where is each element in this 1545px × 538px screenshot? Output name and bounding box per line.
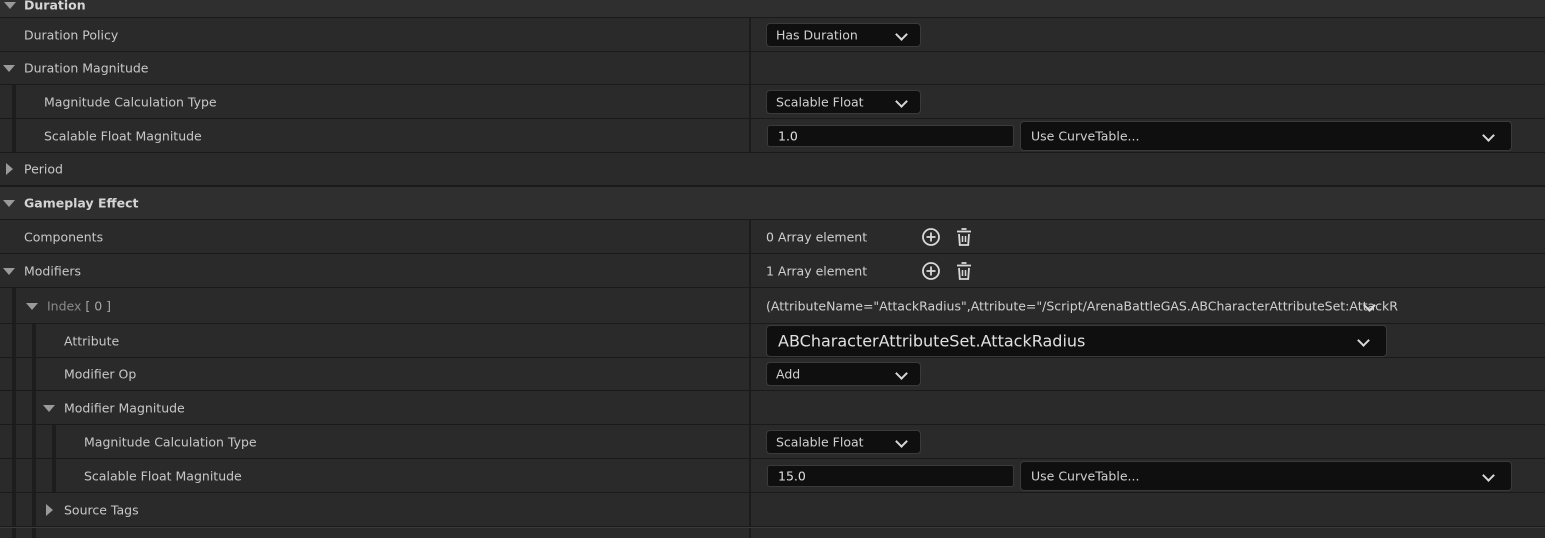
category-duration-label: Duration bbox=[24, 0, 86, 13]
row-mod-scalable-float: Scalable Float Magnitude 15.0 Use CurveT… bbox=[0, 459, 1545, 493]
expand-icon[interactable] bbox=[3, 200, 15, 207]
index-label: Index [ 0 ] bbox=[47, 298, 112, 313]
modifier-magnitude-label: Modifier Magnitude bbox=[64, 400, 185, 415]
duration-policy-dropdown[interactable]: Has Duration bbox=[766, 22, 921, 47]
chevron-down-icon bbox=[895, 434, 908, 448]
mod-curve-table-dropdown[interactable]: Use CurveTable... bbox=[1020, 460, 1512, 491]
index-number: [ 0 ] bbox=[85, 298, 112, 313]
scalable-float-value: 1.0 bbox=[778, 128, 798, 143]
row-scalable-float: Scalable Float Magnitude 1.0 Use CurveTa… bbox=[0, 119, 1545, 153]
attribute-label: Attribute bbox=[64, 333, 120, 348]
collapse-icon[interactable] bbox=[46, 503, 53, 516]
mod-scalable-float-value: 15.0 bbox=[778, 468, 806, 483]
curve-table-value: Use CurveTable... bbox=[1031, 128, 1140, 143]
scalable-float-label: Scalable Float Magnitude bbox=[44, 128, 202, 143]
expand-icon[interactable] bbox=[3, 267, 15, 275]
components-label: Components bbox=[24, 229, 104, 244]
modifier-op-dropdown[interactable]: Add bbox=[766, 362, 921, 386]
mod-curve-table-value: Use CurveTable... bbox=[1031, 468, 1140, 483]
row-mod-calc-type: Magnitude Calculation Type Scalable Floa… bbox=[0, 425, 1545, 459]
row-attribute: Attribute ABCharacterAttributeSet.Attack… bbox=[0, 324, 1545, 358]
mod-calc-type-label: Magnitude Calculation Type bbox=[84, 434, 257, 449]
row-index-0[interactable]: Index [ 0 ] (AttributeName="AttackRadius… bbox=[0, 288, 1545, 324]
attribute-value: ABCharacterAttributeSet.AttackRadius bbox=[778, 331, 1086, 350]
add-circle-icon[interactable] bbox=[921, 261, 941, 281]
modifier-op-value: Add bbox=[776, 366, 801, 382]
expand-icon[interactable] bbox=[4, 2, 16, 9]
row-modifiers[interactable]: Modifiers 1 Array element bbox=[0, 254, 1545, 288]
chevron-down-icon bbox=[1482, 468, 1495, 482]
mod-scalable-float-input[interactable]: 15.0 bbox=[767, 464, 1014, 487]
category-duration[interactable]: Duration bbox=[0, 0, 1545, 18]
magnitude-calc-type-value: Scalable Float bbox=[776, 94, 864, 109]
add-circle-icon[interactable] bbox=[921, 227, 941, 247]
row-magnitude-calc-type: Magnitude Calculation Type Scalable Floa… bbox=[0, 85, 1545, 119]
expand-icon[interactable] bbox=[43, 404, 55, 412]
modifier-op-label: Modifier Op bbox=[64, 366, 137, 382]
attribute-dropdown[interactable]: ABCharacterAttributeSet.AttackRadius bbox=[766, 324, 1387, 357]
row-source-tags[interactable]: Source Tags bbox=[0, 493, 1545, 527]
scalable-float-input[interactable]: 1.0 bbox=[767, 124, 1014, 147]
expand-icon[interactable] bbox=[26, 302, 38, 310]
trash-icon[interactable] bbox=[954, 227, 974, 247]
index-0-value: (AttributeName="AttackRadius",Attribute=… bbox=[766, 298, 1398, 313]
category-gameplay-effect-label: Gameplay Effect bbox=[24, 195, 139, 211]
row-period[interactable]: Period bbox=[0, 153, 1545, 186]
expand-icon[interactable] bbox=[3, 65, 15, 72]
row-modifier-op: Modifier Op Add bbox=[0, 358, 1545, 391]
mod-calc-type-dropdown[interactable]: Scalable Float bbox=[766, 429, 921, 454]
category-gameplay-effect[interactable]: Gameplay Effect bbox=[0, 186, 1545, 220]
chevron-down-icon bbox=[895, 367, 908, 380]
collapse-icon[interactable] bbox=[6, 163, 13, 175]
modifiers-label: Modifiers bbox=[24, 263, 82, 278]
row-partial bbox=[0, 527, 1545, 538]
row-components: Components 0 Array element bbox=[0, 220, 1545, 254]
chevron-down-icon bbox=[895, 27, 908, 41]
mod-scalable-float-label: Scalable Float Magnitude bbox=[84, 468, 242, 483]
trash-icon[interactable] bbox=[954, 261, 974, 281]
source-tags-label: Source Tags bbox=[64, 502, 139, 517]
row-modifier-magnitude[interactable]: Modifier Magnitude bbox=[0, 391, 1545, 425]
curve-table-dropdown[interactable]: Use CurveTable... bbox=[1020, 120, 1512, 151]
modifiers-count: 1 Array element bbox=[766, 263, 868, 278]
magnitude-calc-type-label: Magnitude Calculation Type bbox=[44, 94, 217, 109]
magnitude-calc-type-dropdown[interactable]: Scalable Float bbox=[766, 89, 921, 114]
chevron-down-icon bbox=[895, 94, 908, 108]
duration-policy-value: Has Duration bbox=[776, 27, 858, 42]
chevron-down-icon bbox=[1482, 128, 1495, 142]
duration-magnitude-label: Duration Magnitude bbox=[24, 60, 149, 76]
chevron-down-icon bbox=[1357, 333, 1370, 347]
mod-calc-type-value: Scalable Float bbox=[776, 434, 864, 449]
row-duration-policy: Duration Policy Has Duration bbox=[0, 18, 1545, 52]
duration-policy-label: Duration Policy bbox=[24, 27, 119, 42]
row-duration-magnitude[interactable]: Duration Magnitude bbox=[0, 52, 1545, 85]
components-count: 0 Array element bbox=[766, 229, 868, 244]
period-label: Period bbox=[24, 161, 63, 177]
details-panel: Duration Duration Policy Has Duration Du… bbox=[0, 0, 1545, 538]
